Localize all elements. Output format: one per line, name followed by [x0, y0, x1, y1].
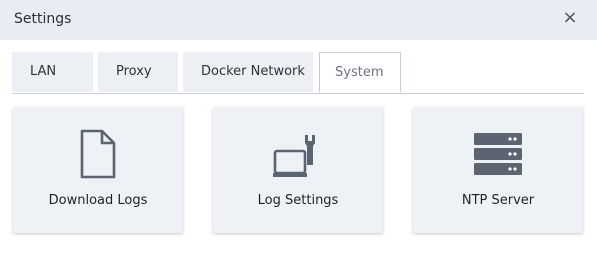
ntp-server-label: NTP Server [461, 193, 535, 208]
download-logs-label: Download Logs [48, 193, 148, 208]
ntp-server-card[interactable]: NTP Server [413, 107, 583, 233]
tab-lan[interactable]: LAN [12, 52, 93, 92]
download-logs-card[interactable]: Download Logs [13, 107, 183, 233]
tab-docker-network[interactable]: Docker Network [183, 52, 313, 92]
tab-system[interactable]: System [319, 52, 401, 93]
log-settings-label: Log Settings [257, 193, 339, 208]
close-button[interactable]: × [561, 9, 579, 27]
document-icon [70, 129, 126, 181]
tab-proxy[interactable]: Proxy [98, 52, 178, 92]
settings-dialog: Settings × LAN Proxy Docker Network Syst… [0, 0, 597, 278]
server-stack-icon [470, 129, 526, 181]
log-settings-card[interactable]: Log Settings [213, 107, 383, 233]
dialog-title: Settings [14, 11, 72, 27]
settings-tabs: LAN Proxy Docker Network System [12, 52, 584, 94]
dialog-header: Settings × [0, 0, 597, 40]
laptop-wrench-icon [270, 129, 326, 181]
system-cards: Download Logs Log Settings NTP Server [0, 107, 597, 237]
